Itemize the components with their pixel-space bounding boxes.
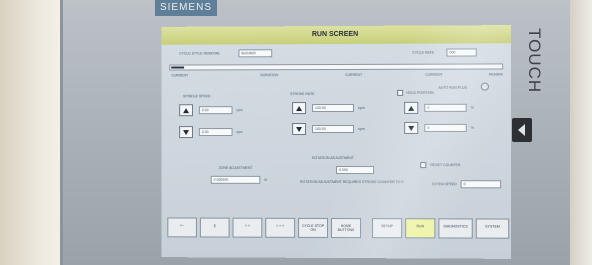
rotation-adjustment-label: ROTATION ADJUSTMENT [312, 155, 354, 161]
speed-set-field[interactable]: 0.00 [198, 106, 233, 115]
cycle-rate-label: CYCLE RATE [412, 50, 435, 55]
brand-logo: SIEMENS [155, 0, 217, 16]
position-set-field[interactable]: 0 [424, 103, 467, 112]
position-actual-field: 0 [424, 123, 467, 132]
cycle-rate-select[interactable]: 000 [446, 48, 477, 57]
rate-set-field[interactable]: 120.00 [312, 103, 355, 113]
touch-screen: RUN SCREEN CYCLE STYLE REMOVAL BUSHER CY… [161, 25, 512, 259]
zone-adjustment-field[interactable]: 0.000000 [210, 175, 261, 184]
progress-label-1: CURRENT [171, 73, 189, 78]
system-button[interactable]: SYSTEM [475, 218, 510, 239]
zone-adjustment-label: ZONE ADJUSTMENT [218, 165, 253, 170]
position-actual-unit: % [470, 125, 474, 130]
page-title: RUN SCREEN [161, 25, 512, 45]
stroke-rate-label: STROKE RATE [290, 92, 315, 97]
hold-position-checkbox[interactable] [397, 89, 404, 96]
progress-label-remain: REMAIN [488, 72, 503, 77]
slow-reverse-button[interactable]: < < [232, 217, 263, 238]
pause-button[interactable]: || [199, 217, 230, 238]
progress-label-4: CURRENT [425, 72, 443, 77]
diagnostics-button[interactable]: DIAGNOSTICS [438, 218, 473, 239]
reset-counter-checkbox[interactable] [420, 162, 427, 169]
position-set-unit: % [470, 105, 474, 110]
back-button[interactable]: <-- [167, 217, 197, 238]
speed-down-button[interactable] [179, 126, 193, 139]
progress-label-2: DURATION [260, 73, 279, 78]
speed-set-unit: rpm [236, 108, 243, 113]
rotation-adjustment-note: ROTATION ADJUSTMENT REQUIRES STROKE COUN… [300, 179, 404, 185]
model-label: TOUCH [525, 28, 544, 94]
cycle-progress-bar [169, 63, 504, 71]
speed-actual-field: 0.00 [198, 128, 233, 137]
home-buttons-button[interactable]: HOME BUTTONS [331, 217, 362, 239]
speed-actual-unit: rpm [236, 130, 243, 135]
machine-side-panel [570, 0, 592, 265]
rate-down-button[interactable] [292, 123, 307, 136]
position-up-button[interactable] [404, 101, 419, 114]
position-down-button[interactable] [404, 121, 419, 134]
cycle-style-select[interactable]: BUSHER [238, 49, 273, 58]
setup-button[interactable]: SETUP [372, 218, 403, 239]
hold-position-label: HOLD POSITION [406, 90, 434, 95]
fast-forward-button[interactable]: > > > [265, 217, 296, 238]
progress-label-3: CURRENT [344, 72, 363, 77]
cycle-progress-fill [171, 66, 185, 69]
rotation-adjustment-field[interactable]: 0.000 [335, 166, 375, 175]
side-arrow-key[interactable] [512, 118, 532, 142]
zone-adjustment-unit: in [264, 177, 267, 182]
function-key-row: <-- || < < > > > CYCLE STOP ON HOME BUTT… [167, 217, 510, 240]
speed-up-button[interactable] [179, 104, 193, 117]
rate-set-unit: spm [358, 105, 365, 110]
extra-speed-label: EXTRA SPEED [432, 182, 457, 187]
auto-run-toggle[interactable] [480, 82, 489, 91]
cycle-style-label: CYCLE STYLE REMOVAL [179, 51, 221, 56]
spindle-speed-label: SPINDLE SPEED [183, 94, 211, 99]
extra-speed-field[interactable]: 0 [460, 180, 502, 189]
cycle-stop-button[interactable]: CYCLE STOP ON [298, 217, 329, 238]
run-button[interactable]: RUN [405, 218, 436, 239]
rate-actual-unit: spm [358, 126, 365, 131]
rate-up-button[interactable] [292, 102, 307, 115]
auto-run-label: AUTO RUN PLUS [438, 85, 468, 90]
reset-counter-label: RESET COUNTER [430, 163, 461, 168]
rate-actual-field: 100.00 [312, 124, 355, 134]
